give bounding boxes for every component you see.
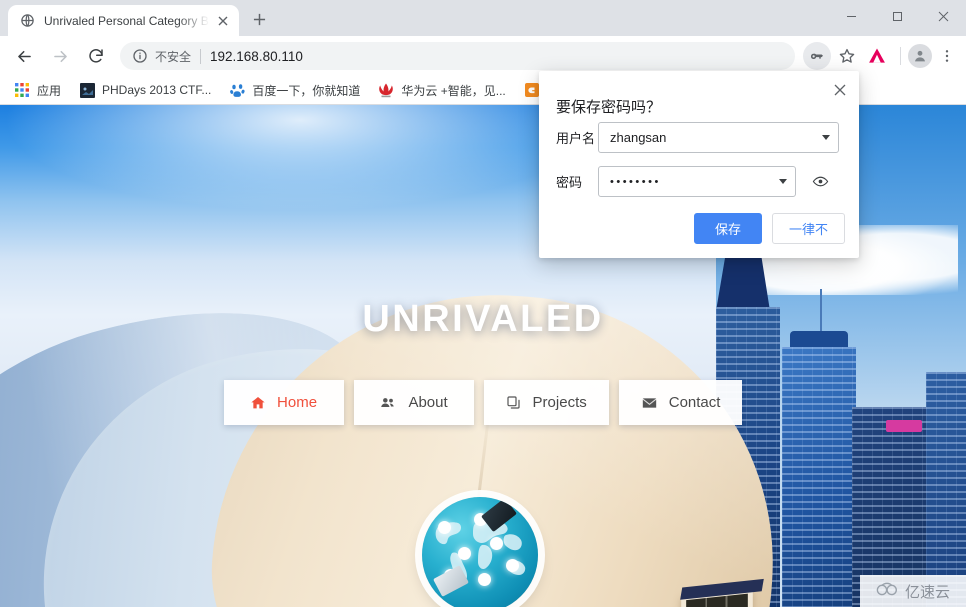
network-node (490, 537, 503, 550)
password-label: 密码 (556, 175, 583, 190)
password-value: •••••••• (610, 175, 661, 188)
browser-toolbar: 不安全 192.168.80.110 (0, 36, 966, 76)
site-nav: Home About Projects Contact (0, 380, 966, 425)
network-node (506, 559, 519, 572)
password-dropdown[interactable]: •••••••• (598, 166, 796, 197)
tab-strip: Unrivaled Personal Category B (0, 0, 273, 36)
nav-item-about[interactable]: About (353, 380, 474, 425)
building-window (681, 588, 753, 607)
envelope-icon (641, 395, 658, 411)
network-node (458, 547, 471, 560)
eye-icon[interactable] (812, 173, 829, 190)
key-icon[interactable] (803, 42, 831, 70)
profile-avatar[interactable] (908, 44, 932, 68)
save-button[interactable]: 保存 (693, 213, 762, 244)
nav-label: About (408, 394, 448, 411)
close-button[interactable] (920, 0, 966, 32)
reload-button[interactable] (82, 42, 110, 70)
omnibox-divider (200, 48, 202, 64)
bookmark-label: PHDays 2013 CTF... (102, 83, 212, 97)
bookmark-label: 百度一下，你就知道 (252, 83, 361, 98)
copy-icon (506, 395, 522, 411)
title-bar: Unrivaled Personal Category B (0, 0, 966, 36)
maximize-button[interactable] (874, 0, 920, 32)
bookmark-phdays[interactable]: PHDays 2013 CTF... (71, 78, 219, 102)
globe-icon (19, 13, 35, 29)
globe-network-graphic (422, 497, 538, 607)
network-node (478, 573, 491, 586)
huawei-icon (378, 82, 394, 98)
forward-button[interactable] (46, 42, 74, 70)
dark-square-icon (79, 82, 95, 98)
nav-item-projects[interactable]: Projects (483, 380, 609, 425)
username-label: 用户名 (556, 131, 596, 146)
bookmark-label: 华为云 +智能，见... (401, 83, 506, 98)
address-bar[interactable]: 不安全 192.168.80.110 (120, 42, 795, 70)
baidu-icon (229, 82, 245, 98)
bookmark-baidu[interactable]: 百度一下，你就知道 (221, 78, 368, 102)
nav-label: Contact (668, 394, 721, 411)
page-title: UNRIVALED (362, 298, 604, 340)
bookmark-label: 应用 (37, 83, 62, 98)
star-icon[interactable] (833, 42, 861, 70)
new-tab-button[interactable] (245, 5, 273, 33)
back-button[interactable] (10, 42, 38, 70)
home-icon (250, 395, 266, 411)
dialog-title: 要保存密码吗？ (556, 99, 662, 116)
username-dropdown[interactable]: zhangsan (598, 122, 839, 153)
toolbar-divider (900, 47, 901, 65)
browser-window: Unrivaled Personal Category B 不安全 192.16… (0, 0, 966, 607)
never-button[interactable]: 一律不 (771, 213, 845, 244)
save-password-dialog: 要保存密码吗？ 用户名 zhangsan 密码 •••••••• 保存 一律不 (539, 71, 859, 258)
nav-label: Projects (532, 394, 587, 411)
url-text: 192.168.80.110 (210, 48, 303, 64)
chevron-down-icon (779, 179, 787, 184)
watermark: 亿速云 (860, 575, 966, 607)
tab-title: Unrivaled Personal Category B (44, 13, 209, 28)
nav-item-home[interactable]: Home (223, 380, 344, 425)
orange-square-icon (524, 82, 540, 98)
info-icon[interactable] (132, 48, 148, 64)
tab-close-icon[interactable] (215, 13, 231, 29)
bookmark-apps[interactable]: 应用 (6, 78, 69, 102)
security-status: 不安全 (155, 49, 192, 64)
minimize-button[interactable] (828, 0, 874, 32)
cloud-icon (876, 582, 900, 601)
users-icon (379, 395, 397, 411)
browser-menu-icon[interactable] (934, 48, 960, 64)
extension-icon[interactable] (863, 42, 891, 70)
nav-label: Home (277, 394, 318, 411)
dialog-actions: 保存 一律不 (693, 213, 845, 244)
apps-grid-icon (14, 82, 30, 98)
window-controls (828, 0, 966, 32)
watermark-text: 亿速云 (904, 583, 950, 601)
username-row: 用户名 zhangsan (556, 122, 839, 153)
browser-tab[interactable]: Unrivaled Personal Category B (8, 5, 239, 36)
network-node (438, 521, 451, 534)
password-row: 密码 •••••••• (556, 166, 829, 197)
chevron-down-icon (822, 135, 830, 140)
nav-item-contact[interactable]: Contact (618, 380, 743, 425)
dialog-close-icon[interactable] (828, 78, 852, 102)
bookmark-huawei[interactable]: 华为云 +智能，见... (370, 78, 513, 102)
username-value: zhangsan (610, 130, 667, 145)
